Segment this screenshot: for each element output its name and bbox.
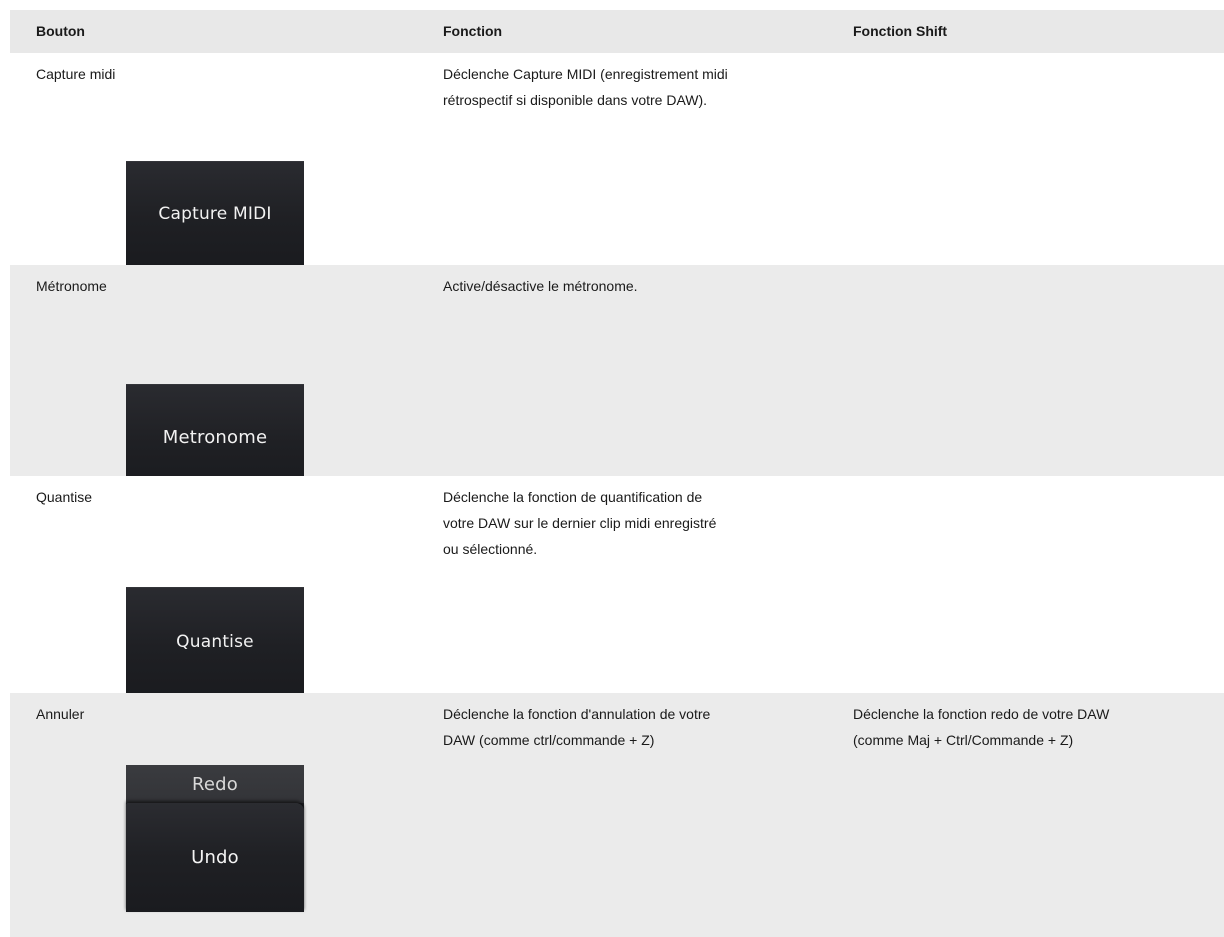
button-image-label: Quantise (176, 631, 254, 652)
function-text: Déclenche Capture MIDI (enregistrement m… (443, 61, 813, 113)
button-image-label: Capture MIDI (158, 204, 272, 224)
redo-shift-label: Redo (126, 765, 304, 803)
table-header-row: Bouton Fonction Fonction Shift (10, 10, 1224, 53)
shift-function-line: (comme Maj + Ctrl/Commande + Z) (853, 732, 1074, 748)
shift-function-line: Déclenche la fonction redo de votre DAW (853, 706, 1110, 722)
function-line: Déclenche la fonction d'annulation de vo… (443, 706, 711, 722)
function-text: Déclenche la fonction d'annulation de vo… (443, 701, 813, 753)
header-function: Fonction (443, 23, 503, 39)
table-row-metronome: Métronome Active/désactive le métronome.… (10, 265, 1224, 491)
function-line: DAW (comme ctrl/commande + Z) (443, 732, 655, 748)
undo-button-image: Redo Undo (126, 765, 304, 912)
table-row-undo: Annuler Déclenche la fonction d'annulati… (10, 693, 1224, 937)
function-line: rétrospectif si disponible dans votre DA… (443, 92, 708, 108)
quantise-button-image: Quantise (126, 587, 304, 696)
table-row-quantise: Quantise Déclenche la fonction de quanti… (10, 476, 1224, 696)
button-name: Métronome (36, 278, 107, 294)
metronome-button-image: Metronome (126, 384, 304, 491)
function-line: votre DAW sur le dernier clip midi enreg… (443, 515, 717, 531)
button-name: Quantise (36, 489, 93, 505)
function-line: Déclenche Capture MIDI (enregistrement m… (443, 66, 728, 82)
header-button: Bouton (36, 23, 85, 39)
function-line: ou sélectionné. (443, 541, 538, 557)
function-text: Active/désactive le métronome. (443, 273, 813, 299)
button-function-table: Bouton Fonction Fonction Shift Capture m… (10, 10, 1224, 937)
button-image-label: Metronome (162, 427, 268, 448)
table-row-capture-midi: Capture midi Déclenche Capture MIDI (enr… (10, 53, 1224, 267)
button-image-label: Undo (126, 803, 304, 912)
function-text: Déclenche la fonction de quantification … (443, 484, 813, 562)
capture-midi-button-image: Capture MIDI (126, 161, 304, 267)
button-name: Capture midi (36, 66, 116, 82)
header-shift-function: Fonction Shift (853, 23, 948, 39)
function-line: Déclenche la fonction de quantification … (443, 489, 703, 505)
button-name: Annuler (36, 706, 85, 722)
function-line: Active/désactive le métronome. (443, 278, 638, 294)
shift-function-text: Déclenche la fonction redo de votre DAW … (853, 701, 1223, 753)
